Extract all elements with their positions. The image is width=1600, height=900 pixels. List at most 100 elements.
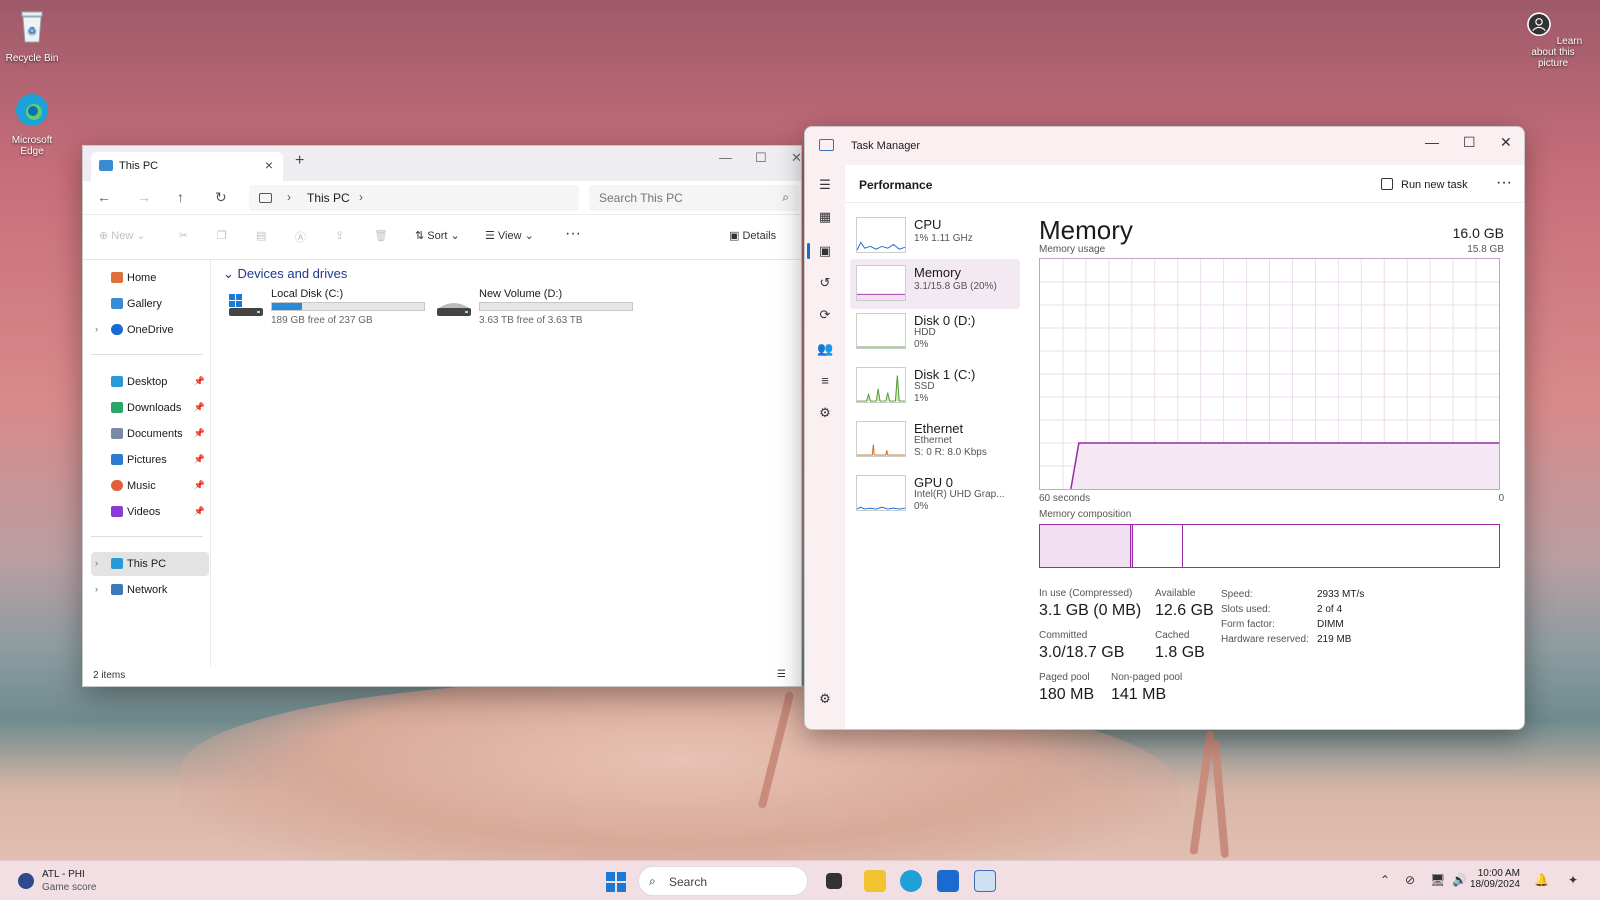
refresh-icon[interactable]: ↻ [215,189,227,206]
pin-icon[interactable]: 📌 [194,402,205,413]
edge-icon[interactable] [900,870,922,892]
close-icon[interactable]: ✕ [791,150,801,166]
nav-item-videos[interactable]: Videos 📌 [91,500,209,524]
memory-total: 16.0 GB [1452,225,1504,241]
score-title: ATL - PHI [42,869,85,880]
nav-item-pictures[interactable]: Pictures 📌 [91,448,209,472]
details-icon[interactable]: ≡ [817,373,833,389]
new-button[interactable]: ⊕ New ⌄ [99,229,146,242]
chevron-right-icon[interactable]: › [359,190,363,204]
settings-icon[interactable]: ⚙ [817,691,833,707]
app-history-icon[interactable]: ↺ [817,275,833,291]
stat-value: 12.6 GB [1155,602,1214,619]
desktop-icon-recycle-bin[interactable]: ♻ Recycle Bin [0,8,64,64]
pin-icon[interactable]: 📌 [194,376,205,387]
chevron-right-icon[interactable]: › [95,558,98,568]
perf-item-disk1[interactable]: Disk 1 (C:) SSD 1% [850,361,1020,411]
run-new-task-button[interactable]: Run new task [1381,175,1481,195]
spec-value: 219 MB [1317,634,1352,645]
learn-about-picture[interactable]: Learn about this picture [1518,10,1588,69]
copy-icon[interactable]: ❐ [217,229,227,242]
item-count: 2 items [93,670,126,681]
nav-item-downloads[interactable]: Downloads 📌 [91,396,209,420]
maximize-icon[interactable]: ☐ [755,150,767,166]
more-options-icon[interactable]: ··· [1496,174,1512,192]
back-icon[interactable]: ← [97,189,111,205]
explorer-tab[interactable]: This PC × [91,152,283,181]
desktop-icon-edge[interactable]: Microsoft Edge [0,90,64,157]
delete-icon[interactable]: 🗑 [374,229,388,242]
chevron-right-icon[interactable]: › [95,584,98,594]
breadcrumb[interactable]: This PC [307,191,350,205]
nav-item-gallery[interactable]: Gallery [91,292,209,316]
address-box[interactable]: › This PC › [249,185,579,211]
drive-item[interactable]: New Volume (D:) 3.63 TB free of 3.63 TB [437,288,637,328]
users-icon[interactable]: 👥 [817,341,833,357]
search-input[interactable] [589,185,759,211]
pin-icon[interactable]: 📌 [194,480,205,491]
details-button[interactable]: ▣ Details [729,229,776,242]
desktop-icon [111,376,123,387]
taskbar-search[interactable]: ⌕ Search [638,866,808,896]
drive-item[interactable]: Local Disk (C:) 189 GB free of 237 GB [229,288,429,328]
chevron-right-icon[interactable]: › [95,324,98,334]
explorer-nav-pane: Home Gallery › OneDrive Desktop 📌 Downlo… [83,260,211,666]
vpn-icon[interactable]: ⊘ [1405,873,1415,887]
details-view-icon[interactable]: ☰ [777,669,786,680]
chevron-up-icon[interactable]: ⌃ [1380,873,1390,887]
hamburger-icon[interactable]: ☰ [817,177,833,193]
share-icon[interactable]: ⇪ [335,229,344,242]
nav-item-music[interactable]: Music 📌 [91,474,209,498]
perf-item-disk0[interactable]: Disk 0 (D:) HDD 0% [850,307,1020,357]
explorer-search[interactable]: ⌕ [589,185,799,211]
processes-icon[interactable]: ▦ [817,209,833,225]
nav-label: Network [127,584,168,596]
rename-icon[interactable]: Ⓐ [295,229,306,245]
perf-item-memory[interactable]: Memory 3.1/15.8 GB (20%) [850,259,1020,309]
search-label: Search [669,875,708,889]
nav-item-onedrive[interactable]: › OneDrive [91,318,209,342]
store-icon[interactable] [937,870,959,892]
minimize-icon[interactable]: — [719,150,732,165]
memory-title: Memory [1039,215,1133,245]
forward-icon[interactable]: → [137,189,151,205]
close-icon[interactable]: ✕ [1500,134,1512,151]
nav-item-home[interactable]: Home [91,266,209,290]
paste-icon[interactable]: ▤ [256,229,266,242]
view-button[interactable]: ☰ View ⌄ [485,229,534,242]
maximize-icon[interactable]: ☐ [1463,134,1476,151]
new-tab-icon[interactable]: + [295,152,304,170]
up-icon[interactable]: ↑ [177,189,184,205]
perf-item-sub: S: 0 R: 8.0 Kbps [914,447,987,458]
startup-icon[interactable]: ⟳ [817,307,833,323]
close-tab-icon[interactable]: × [265,157,273,173]
section-header[interactable]: ⌄ Devices and drives [223,266,347,282]
stat-committed: Committed 3.0/18.7 GB [1039,630,1124,662]
nav-item-documents[interactable]: Documents 📌 [91,422,209,446]
nav-item-desktop[interactable]: Desktop 📌 [91,370,209,394]
network-icon[interactable]: 🖥 [1430,873,1445,887]
minimize-icon[interactable]: — [1425,134,1439,150]
notification-bell-icon[interactable]: 🔔 [1534,873,1549,887]
task-manager-icon[interactable] [974,870,996,892]
learn-about-label: Learn about this picture [1531,36,1583,69]
pin-icon[interactable]: 📌 [194,454,205,465]
pin-icon[interactable]: 📌 [194,506,205,517]
nav-item-this-pc[interactable]: › This PC [91,552,209,576]
file-explorer-icon[interactable] [864,870,886,892]
performance-icon[interactable]: ▣ [817,243,833,259]
copilot-icon[interactable]: ✦ [1568,873,1578,887]
pin-icon[interactable]: 📌 [194,428,205,439]
task-view-icon[interactable] [826,873,842,889]
perf-item-sub: HDD [914,327,936,338]
clock[interactable]: 10:00 AM 18/09/2024 [1460,868,1520,890]
cut-icon[interactable]: ✂ [179,229,188,242]
start-button[interactable] [606,872,626,892]
more-options-icon[interactable]: ··· [565,225,581,243]
nav-item-network[interactable]: › Network [91,578,209,602]
services-icon[interactable]: ⚙ [817,405,833,421]
perf-item-gpu[interactable]: GPU 0 Intel(R) UHD Grap... 0% [850,469,1020,519]
sort-button[interactable]: ⇅ Sort ⌄ [415,229,460,242]
perf-item-cpu[interactable]: CPU 1% 1.11 GHz [850,211,1020,261]
perf-item-ethernet[interactable]: Ethernet Ethernet S: 0 R: 8.0 Kbps [850,415,1020,465]
